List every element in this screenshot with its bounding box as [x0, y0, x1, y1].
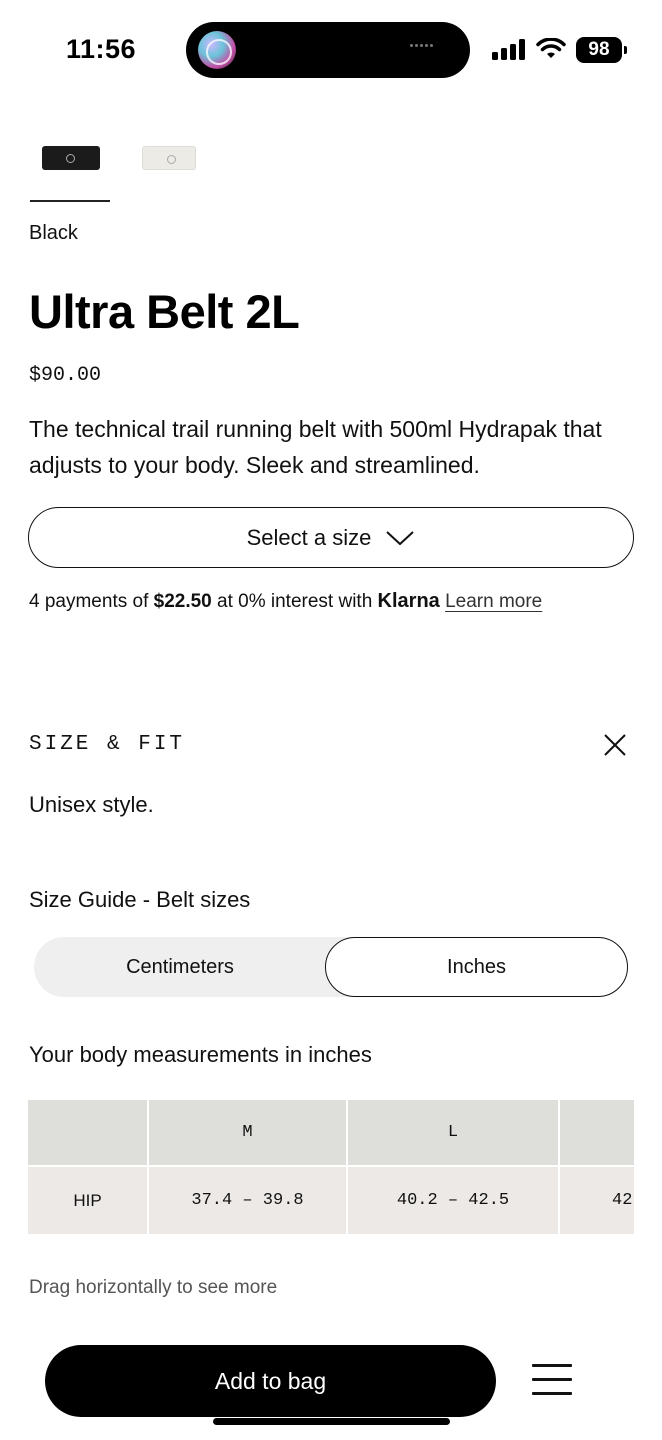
klarna-prefix: 4 payments of: [29, 591, 154, 612]
table-row: HIP 37.4 – 39.8 40.2 – 42.5 42: [28, 1165, 634, 1234]
select-size-label: Select a size: [246, 524, 372, 550]
hip-value-l: 40.2 – 42.5: [347, 1165, 560, 1234]
color-swatches: [28, 120, 228, 202]
klarna-learn-more-link[interactable]: Learn more: [445, 591, 542, 612]
status-bar: 11:56 98: [0, 0, 662, 100]
klarna-middle: at 0% interest with: [211, 591, 378, 612]
product-title: Ultra Belt 2L: [29, 285, 300, 338]
select-size-button[interactable]: Select a size: [28, 507, 634, 568]
swatch-white[interactable]: [128, 120, 210, 202]
app-activity-icon[interactable]: [198, 31, 236, 69]
fit-note: Unisex style.: [29, 792, 154, 817]
drag-hint: Drag horizontally to see more: [29, 1277, 278, 1298]
unit-inches-option[interactable]: Inches: [325, 937, 628, 997]
size-fit-heading: SIZE & FIT: [29, 733, 186, 756]
color-label: Black: [29, 222, 78, 244]
hip-value-next: 42: [559, 1165, 634, 1234]
size-table[interactable]: M L HIP 37.4 – 39.8 40.2 – 42.5 42: [28, 1100, 634, 1236]
product-description: The technical trail running belt with 50…: [29, 416, 602, 478]
menu-icon[interactable]: [532, 1364, 572, 1398]
battery-icon: 98: [576, 37, 627, 63]
klarna-info: 4 payments of $22.50 at 0% interest with…: [29, 590, 542, 613]
klarna-logo: Klarna: [377, 590, 440, 612]
home-indicator[interactable]: [213, 1418, 450, 1425]
unit-centimeters-option[interactable]: Centimeters: [34, 937, 326, 997]
row-header-hip: HIP: [28, 1165, 149, 1234]
hip-value-m: 37.4 – 39.8: [148, 1165, 348, 1234]
klarna-amount: $22.50: [153, 591, 212, 612]
column-header-l: L: [347, 1100, 560, 1166]
table-corner-cell: [28, 1100, 149, 1166]
activity-dots-icon: [410, 44, 440, 54]
product-price: $90.00: [29, 364, 102, 387]
column-header-next: [559, 1100, 634, 1166]
measurements-label: Your body measurements in inches: [29, 1042, 372, 1067]
size-table-header-row: M L: [28, 1100, 634, 1166]
signal-icon: [492, 38, 526, 60]
add-to-bag-button[interactable]: Add to bag: [45, 1345, 496, 1417]
chevron-down-icon: [386, 530, 415, 545]
column-header-m: M: [148, 1100, 348, 1166]
unit-toggle: Centimeters Inches: [34, 937, 628, 997]
swatch-black[interactable]: [28, 120, 110, 202]
close-icon[interactable]: [601, 731, 629, 759]
status-time: 11:56: [66, 34, 137, 64]
wifi-icon: [536, 38, 566, 58]
selected-swatch-indicator: [30, 200, 110, 202]
belt-thumbnail-white: [142, 146, 196, 170]
belt-thumbnail-black: [42, 146, 100, 170]
dynamic-island[interactable]: [186, 22, 470, 78]
size-guide-title: Size Guide - Belt sizes: [29, 887, 251, 912]
